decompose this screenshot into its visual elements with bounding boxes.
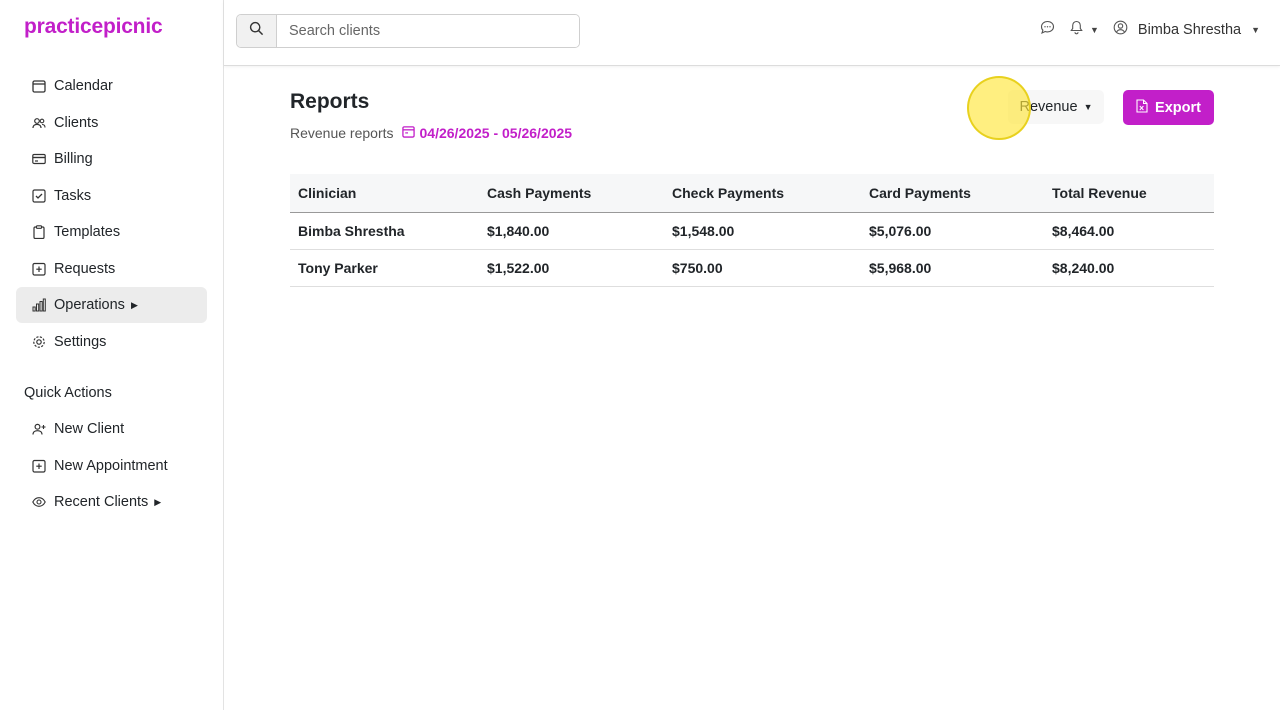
sidebar-item-templates[interactable]: Templates — [16, 214, 207, 250]
brand-logo[interactable]: practicepicnic — [24, 15, 163, 39]
quick-action-new-client[interactable]: New Client — [16, 411, 207, 447]
sidebar-item-operations[interactable]: Operations ▶ — [16, 287, 207, 323]
quick-action-recent-clients[interactable]: Recent Clients ▶ — [16, 484, 207, 520]
caret-right-icon: ▶ — [130, 299, 138, 310]
cell-total: $8,464.00 — [1044, 212, 1214, 250]
user-menu[interactable]: Bimba Shrestha ▼ — [1113, 20, 1260, 39]
cell-check: $1,548.00 — [664, 212, 861, 250]
sidebar-item-tasks[interactable]: Tasks — [16, 178, 207, 214]
export-button[interactable]: Export — [1123, 90, 1214, 125]
search-box — [236, 14, 580, 48]
top-bar: ▼ Bimba Shrestha ▼ — [224, 0, 1280, 66]
sidebar-item-label: Operations — [54, 297, 125, 313]
table-row: Tony Parker $1,522.00 $750.00 $5,968.00 … — [290, 249, 1214, 287]
sidebar-item-label: Calendar — [54, 78, 113, 94]
export-label: Export — [1155, 99, 1201, 116]
column-header[interactable]: Card Payments — [861, 174, 1044, 213]
bell-icon — [1069, 20, 1084, 39]
top-right-actions: ▼ Bimba Shrestha ▼ — [1040, 20, 1260, 39]
caret-right-icon: ▶ — [154, 496, 162, 507]
notifications-button[interactable]: ▼ — [1069, 20, 1099, 39]
table-header-row: Clinician Cash Payments Check Payments C… — [290, 174, 1214, 213]
sidebar-item-label: Billing — [54, 151, 93, 167]
bar-chart-icon — [32, 298, 46, 312]
cell-cash: $1,522.00 — [479, 249, 664, 287]
gear-icon — [32, 335, 46, 349]
date-range-text: 04/26/2025 - 05/26/2025 — [419, 125, 573, 141]
user-name: Bimba Shrestha — [1137, 21, 1242, 38]
cell-clinician: Bimba Shrestha — [290, 212, 479, 250]
checkbox-icon — [32, 188, 46, 203]
cell-clinician: Tony Parker — [290, 249, 479, 287]
column-header[interactable]: Cash Payments — [479, 174, 664, 213]
cell-card: $5,076.00 — [861, 212, 1044, 250]
eye-icon — [32, 495, 46, 509]
column-header[interactable]: Check Payments — [664, 174, 861, 213]
user-circle-icon — [1113, 20, 1128, 39]
sidebar-item-label: Tasks — [54, 187, 92, 204]
sidebar-item-requests[interactable]: Requests — [16, 251, 207, 287]
quick-actions-title: Quick Actions — [24, 385, 112, 401]
caret-down-icon: ▼ — [1089, 24, 1099, 35]
credit-card-icon — [32, 152, 46, 166]
sidebar-item-label: Requests — [54, 260, 116, 277]
sidebar-item-billing[interactable]: Billing — [16, 141, 207, 177]
subtitle-text: Revenue reports — [290, 125, 394, 141]
calendar-plus-icon — [32, 459, 46, 473]
sidebar: practicepicnic Calendar Clients Billing … — [0, 0, 224, 710]
click-highlight-indicator — [967, 76, 1031, 140]
sidebar-item-label: Clients — [54, 114, 99, 131]
chat-icon — [1040, 20, 1055, 39]
search-icon — [249, 21, 264, 41]
quick-action-label: Recent Clients — [54, 494, 149, 510]
cell-card: $5,968.00 — [861, 249, 1044, 287]
sidebar-item-label: Templates — [54, 224, 121, 240]
quick-action-label: New Appointment — [54, 457, 168, 474]
search-input[interactable] — [277, 15, 579, 47]
users-icon — [32, 116, 46, 130]
sidebar-item-clients[interactable]: Clients — [16, 105, 207, 141]
calendar-icon — [401, 125, 415, 141]
sidebar-nav: Calendar Clients Billing Tasks Templates — [16, 68, 207, 360]
column-header[interactable]: Clinician — [290, 174, 479, 213]
caret-down-icon: ▼ — [1083, 102, 1093, 112]
sidebar-item-calendar[interactable]: Calendar — [16, 68, 207, 104]
caret-down-icon: ▼ — [1251, 24, 1260, 35]
revenue-table: Clinician Cash Payments Check Payments C… — [290, 174, 1214, 287]
cell-check: $750.00 — [664, 249, 861, 287]
user-plus-icon — [32, 422, 46, 436]
clipboard-icon — [32, 225, 46, 239]
page-title: Reports — [290, 90, 370, 113]
quick-action-new-appointment[interactable]: New Appointment — [16, 448, 207, 484]
cell-cash: $1,840.00 — [479, 212, 664, 250]
sidebar-item-label: Settings — [54, 333, 107, 350]
quick-actions: New Client New Appointment Recent Client… — [16, 411, 207, 521]
page-subtitle: Revenue reports 04/26/2025 - 05/26/2025 — [290, 125, 572, 141]
table-row: Bimba Shrestha $1,840.00 $1,548.00 $5,07… — [290, 212, 1214, 250]
date-range-picker[interactable]: 04/26/2025 - 05/26/2025 — [401, 125, 573, 141]
column-header[interactable]: Total Revenue — [1044, 174, 1214, 213]
plus-square-icon — [32, 262, 46, 276]
search-button[interactable] — [237, 15, 277, 47]
quick-action-label: New Client — [54, 421, 125, 437]
excel-file-icon — [1136, 98, 1148, 117]
calendar-icon — [32, 79, 46, 93]
cell-total: $8,240.00 — [1044, 249, 1214, 287]
sidebar-item-settings[interactable]: Settings — [16, 324, 207, 360]
messages-button[interactable] — [1040, 20, 1055, 39]
